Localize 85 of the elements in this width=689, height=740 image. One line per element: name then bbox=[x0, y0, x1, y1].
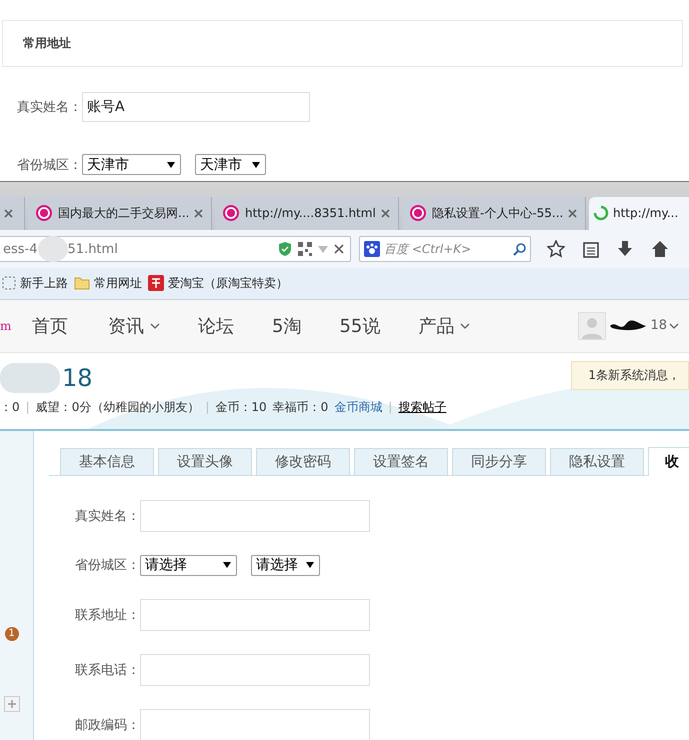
star-icon[interactable] bbox=[547, 240, 565, 258]
paw-icon bbox=[364, 241, 380, 257]
search-field[interactable]: 百度 <Ctrl+K> bbox=[359, 236, 531, 262]
close-icon[interactable] bbox=[381, 208, 390, 218]
caret-icon bbox=[252, 162, 260, 168]
browser-tab[interactable]: 国内最大的二手交易网... bbox=[28, 196, 212, 230]
loading-icon bbox=[593, 205, 609, 222]
chevron-icon bbox=[150, 322, 160, 329]
close-icon[interactable] bbox=[334, 244, 344, 254]
search-icon[interactable] bbox=[513, 242, 526, 256]
select-dropdown[interactable]: 请选择 bbox=[251, 554, 320, 576]
field-label: 联系电话： bbox=[75, 662, 140, 679]
dashed-square-icon bbox=[2, 276, 16, 290]
chevron-icon bbox=[460, 322, 470, 329]
home-icon[interactable] bbox=[651, 240, 669, 258]
browser-tab[interactable]: 隐私设置-个人中心-55... bbox=[402, 196, 586, 230]
close-icon[interactable] bbox=[194, 208, 203, 218]
stat-text: 威望：0分（幼稚园的小朋友） bbox=[36, 398, 200, 416]
caret-icon bbox=[306, 562, 314, 568]
folder-icon bbox=[74, 276, 90, 290]
browser-tab[interactable] bbox=[0, 196, 25, 230]
dropdown-icon[interactable] bbox=[318, 246, 328, 252]
site-icon bbox=[223, 205, 239, 222]
select-dropdown[interactable]: 请选择 bbox=[140, 554, 237, 576]
caret-icon bbox=[167, 162, 175, 168]
bookmark[interactable]: 爱淘宝（原淘宝特卖） bbox=[148, 274, 288, 292]
panel-title: 常用地址 bbox=[23, 35, 71, 52]
close-icon[interactable] bbox=[568, 208, 577, 218]
chevron-icon bbox=[669, 322, 679, 329]
select-dropdown[interactable]: 天津市 bbox=[195, 154, 266, 175]
bookmark[interactable]: 新手上路 bbox=[2, 274, 68, 292]
user-name: 18 bbox=[62, 364, 93, 392]
nav-item[interactable]: 论坛 bbox=[198, 314, 252, 338]
link[interactable]: 搜索帖子 bbox=[398, 398, 446, 416]
tab[interactable]: 同步分享 bbox=[452, 448, 546, 475]
input-field[interactable] bbox=[140, 500, 370, 532]
download-icon[interactable] bbox=[617, 240, 633, 258]
stat-text: ：0 bbox=[0, 398, 20, 416]
nav-item[interactable]: 资讯 bbox=[108, 314, 178, 338]
site-icon bbox=[410, 205, 426, 222]
url-field[interactable]: ess-4 51.html bbox=[0, 236, 351, 262]
field-label: 真实姓名： bbox=[17, 99, 82, 116]
separator: | bbox=[26, 400, 30, 414]
qr-code-icon bbox=[298, 242, 312, 256]
username[interactable]: 18 bbox=[650, 318, 667, 334]
nav-item[interactable]: 55说 bbox=[339, 314, 398, 338]
input-field[interactable]: 账号A bbox=[82, 92, 310, 122]
notification[interactable]: 1条新系统消息， bbox=[571, 360, 689, 390]
browser-tab[interactable]: http://my....8351.html bbox=[215, 196, 399, 230]
separator: | bbox=[205, 400, 210, 414]
field-label: 省份城区： bbox=[17, 156, 82, 174]
input-field[interactable] bbox=[140, 598, 370, 631]
blurred-region bbox=[38, 236, 68, 262]
nav-item[interactable]: 首页 bbox=[30, 314, 86, 338]
bookmark[interactable]: 常用网址 bbox=[74, 274, 142, 292]
tab[interactable]: 修改密码 bbox=[256, 448, 350, 475]
select-dropdown[interactable]: 天津市 bbox=[82, 154, 181, 175]
plus-icon[interactable] bbox=[4, 696, 20, 712]
count-badge: 1 bbox=[4, 626, 18, 641]
shop-icon bbox=[148, 275, 164, 292]
field-label: 真实姓名： bbox=[75, 508, 140, 525]
tab[interactable]: 基本信息 bbox=[60, 448, 154, 475]
stat-text: 金币：10 bbox=[215, 398, 267, 416]
browser-tab[interactable]: http://my... bbox=[589, 196, 689, 230]
link[interactable]: 金币商城 bbox=[334, 398, 382, 416]
field-label: 邮政编码： bbox=[75, 716, 140, 734]
tab[interactable]: 隐私设置 bbox=[550, 448, 644, 475]
nav-item[interactable]: 产品 bbox=[418, 314, 488, 338]
logo-fragment: m bbox=[0, 318, 12, 333]
nav-item[interactable]: 5淘 bbox=[272, 314, 320, 338]
shield-icon bbox=[278, 241, 292, 257]
field-label: 省份城区： bbox=[75, 557, 140, 574]
blurred-region bbox=[0, 362, 60, 393]
tab[interactable]: 设置头像 bbox=[158, 448, 252, 475]
field-label: 联系地址： bbox=[75, 606, 140, 624]
input-field[interactable] bbox=[140, 654, 370, 686]
separator: | bbox=[388, 400, 392, 414]
clipboard-icon[interactable] bbox=[583, 240, 599, 258]
site-icon bbox=[36, 205, 52, 222]
tab[interactable]: 设置签名 bbox=[354, 448, 448, 475]
close-icon[interactable] bbox=[4, 208, 13, 218]
stat-text: 幸福币：0 bbox=[272, 398, 328, 416]
tab[interactable]: 收 bbox=[648, 446, 689, 476]
caret-icon bbox=[223, 562, 231, 568]
input-field[interactable] bbox=[140, 708, 370, 740]
